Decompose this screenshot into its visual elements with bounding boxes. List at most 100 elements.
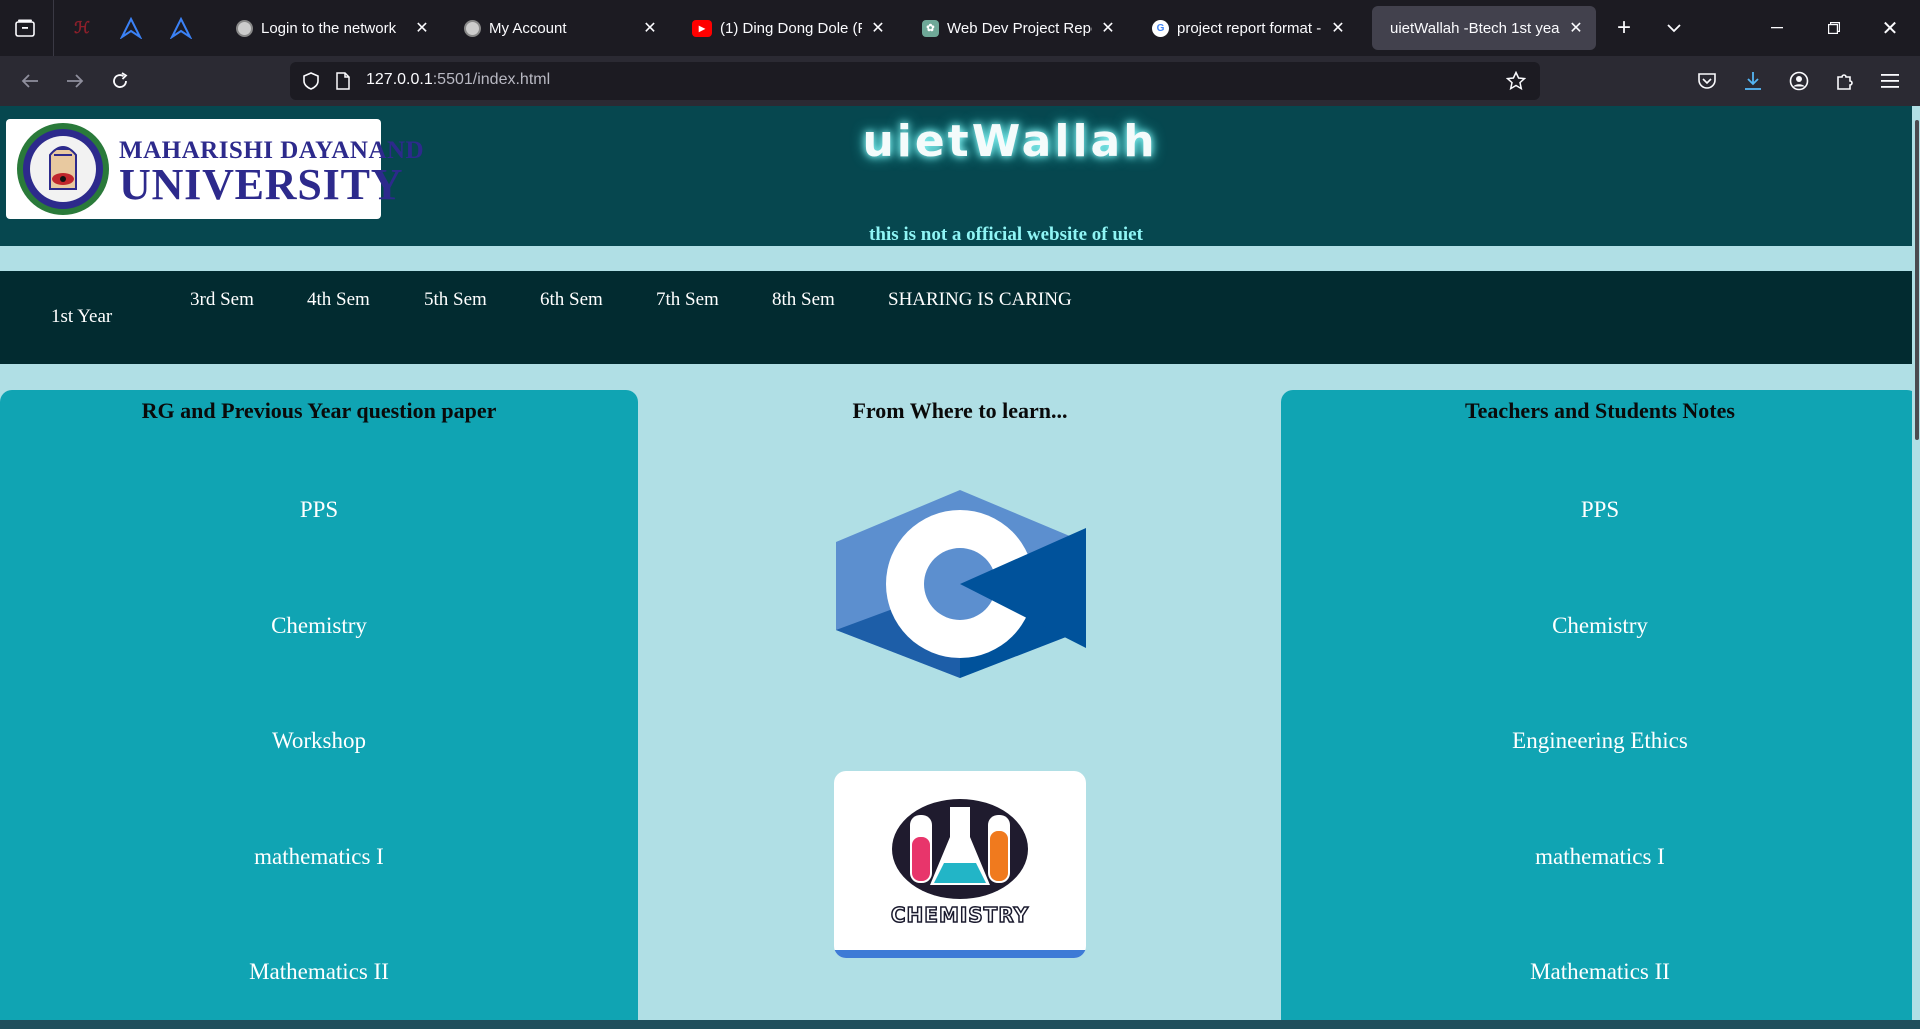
menu-item-6th-sem[interactable]: 6th Sem [540, 289, 603, 311]
tab-title: Login to the network [261, 19, 397, 37]
notes-heading: Teachers and Students Notes [1465, 398, 1735, 423]
menu-item-3rd-sem[interactable]: 3rd Sem [190, 289, 254, 311]
account-icon [1789, 71, 1809, 91]
disclaimer-text: this is not a official website of uiet [869, 224, 1143, 245]
shield-icon[interactable] [302, 72, 320, 90]
reload-icon [113, 72, 128, 88]
account-button[interactable] [1785, 67, 1813, 95]
restore-button[interactable] [1820, 14, 1848, 42]
extensions-button[interactable] [1831, 67, 1859, 95]
tab-title: project report format - G [1177, 19, 1322, 37]
qp-link-chemistry[interactable]: Chemistry [0, 613, 638, 639]
page-content: MAHARISHI DAYANAND UNIVERSITY uietWallah… [0, 106, 1920, 1020]
close-tab-icon[interactable]: ✕ [868, 18, 888, 38]
browser-tab-bar: ℋ Login to the network ✕ My Account ✕ ▶ … [0, 0, 1920, 56]
tab-title: (1) Ding Dong Dole (Fu [720, 19, 862, 37]
menu-item-sharing-is-caring[interactable]: SHARING IS CARING [888, 289, 1072, 311]
puzzle-icon [1837, 74, 1853, 90]
pinned-tab-1[interactable]: ℋ [68, 14, 96, 42]
firefox-view-icon[interactable] [11, 14, 39, 42]
tab-separator [53, 0, 54, 56]
site-title: uietWallah [862, 116, 1158, 167]
close-tab-icon[interactable]: ✕ [1566, 18, 1586, 38]
pinned-favicon-icon: ℋ [74, 20, 90, 37]
chemistry-flasks-icon [892, 799, 1028, 899]
tab-my-account[interactable]: My Account ✕ [454, 6, 670, 50]
restore-icon [1828, 22, 1840, 34]
new-tab-button[interactable]: + [1610, 14, 1638, 42]
close-tab-icon[interactable]: ✕ [1328, 18, 1348, 38]
learning-resources-heading: From Where to learn... [852, 398, 1068, 423]
menu-item-5th-sem[interactable]: 5th Sem [424, 289, 487, 311]
notes-link-chemistry[interactable]: Chemistry [1281, 613, 1919, 639]
chevron-down-icon [1667, 24, 1681, 33]
page-icon[interactable] [336, 72, 350, 90]
tab-title: My Account [489, 19, 567, 37]
address-bar[interactable]: 127.0.0.1:5501/index.html [290, 62, 1540, 100]
taskbar-strip [0, 1020, 1920, 1029]
notes-link-mathematics-1[interactable]: mathematics I [1281, 844, 1919, 870]
url-host: 127.0.0.1 [366, 71, 433, 88]
close-tab-icon[interactable]: ✕ [412, 18, 432, 38]
chatgpt-icon: ✿ [922, 19, 939, 37]
browser-toolbar: 127.0.0.1:5501/index.html [0, 56, 1920, 106]
url-text[interactable]: 127.0.0.1:5501/index.html [366, 71, 550, 89]
qp-link-mathematics-1[interactable]: mathematics I [0, 844, 638, 870]
globe-icon [236, 19, 253, 37]
tab-title: uietWallah -Btech 1st year [1390, 19, 1560, 37]
download-icon [1745, 72, 1761, 90]
google-icon: G [1152, 19, 1169, 37]
tab-google[interactable]: G project report format - G ✕ [1142, 6, 1358, 50]
tab-youtube[interactable]: ▶ (1) Ding Dong Dole (Fu ✕ [682, 6, 898, 50]
qp-link-pps[interactable]: PPS [0, 497, 638, 523]
close-window-button[interactable]: ✕ [1876, 14, 1904, 42]
url-path: :5501/index.html [432, 71, 551, 88]
pocket-button[interactable] [1693, 67, 1721, 95]
minimize-button[interactable] [1763, 14, 1791, 42]
arrow-logo-icon [170, 17, 192, 39]
pocket-icon [1698, 73, 1716, 89]
minimize-icon [1771, 27, 1783, 29]
tab-chatgpt[interactable]: ✿ Web Dev Project Report ✕ [912, 6, 1128, 50]
hamburger-icon [1881, 74, 1899, 88]
scrollbar-thumb[interactable] [1915, 120, 1919, 440]
tab-title: Web Dev Project Report [947, 19, 1092, 37]
notes-link-pps[interactable]: PPS [1281, 497, 1919, 523]
forward-arrow-icon [67, 74, 84, 88]
logo-line-2: UNIVERSITY [119, 160, 404, 209]
arrow-logo-icon [120, 17, 142, 39]
close-tab-icon[interactable]: ✕ [640, 18, 660, 38]
qp-link-mathematics-2[interactable]: Mathematics II [0, 959, 638, 985]
menu-item-4th-sem[interactable]: 4th Sem [307, 289, 370, 311]
chemistry-wordmark: CHEMISTRY [890, 902, 1030, 928]
reload-button[interactable] [106, 67, 134, 95]
notes-link-engineering-ethics[interactable]: Engineering Ethics [1281, 728, 1919, 754]
menu-item-1st-year[interactable]: 1st Year [51, 306, 112, 328]
question-papers-heading: RG and Previous Year question paper [141, 398, 497, 423]
forward-button[interactable] [61, 67, 89, 95]
c-language-logo[interactable] [834, 488, 1086, 680]
menu-button[interactable] [1876, 67, 1904, 95]
chemistry-card-footer [834, 950, 1086, 958]
tab-login[interactable]: Login to the network ✕ [226, 6, 442, 50]
notes-link-mathematics-2[interactable]: Mathematics II [1281, 959, 1919, 985]
menu-item-8th-sem[interactable]: 8th Sem [772, 289, 835, 311]
star-bookmark-icon[interactable] [1506, 71, 1526, 91]
site-header: MAHARISHI DAYANAND UNIVERSITY uietWallah… [0, 106, 1920, 246]
year-nav-menu: 1st Year 3rd Sem 4th Sem 5th Sem 6th Sem… [0, 271, 1920, 364]
pinned-tab-3[interactable] [167, 14, 195, 42]
list-all-tabs-button[interactable] [1660, 14, 1688, 42]
menu-item-7th-sem[interactable]: 7th Sem [656, 289, 719, 311]
chemistry-logo-card[interactable]: CHEMISTRY [834, 771, 1086, 958]
pinned-tab-2[interactable] [117, 14, 145, 42]
downloads-button[interactable] [1739, 67, 1767, 95]
notes-panel: Teachers and Students Notes PPS Chemistr… [1281, 390, 1919, 1020]
back-arrow-icon [21, 74, 38, 88]
close-tab-icon[interactable]: ✕ [1098, 18, 1118, 38]
qp-link-workshop[interactable]: Workshop [0, 728, 638, 754]
back-button[interactable] [16, 67, 44, 95]
question-papers-panel: RG and Previous Year question paper PPS … [0, 390, 638, 1020]
youtube-icon: ▶ [692, 19, 712, 37]
tab-uietwallah[interactable]: uietWallah -Btech 1st year ✕ [1372, 6, 1596, 50]
globe-icon [464, 19, 481, 37]
